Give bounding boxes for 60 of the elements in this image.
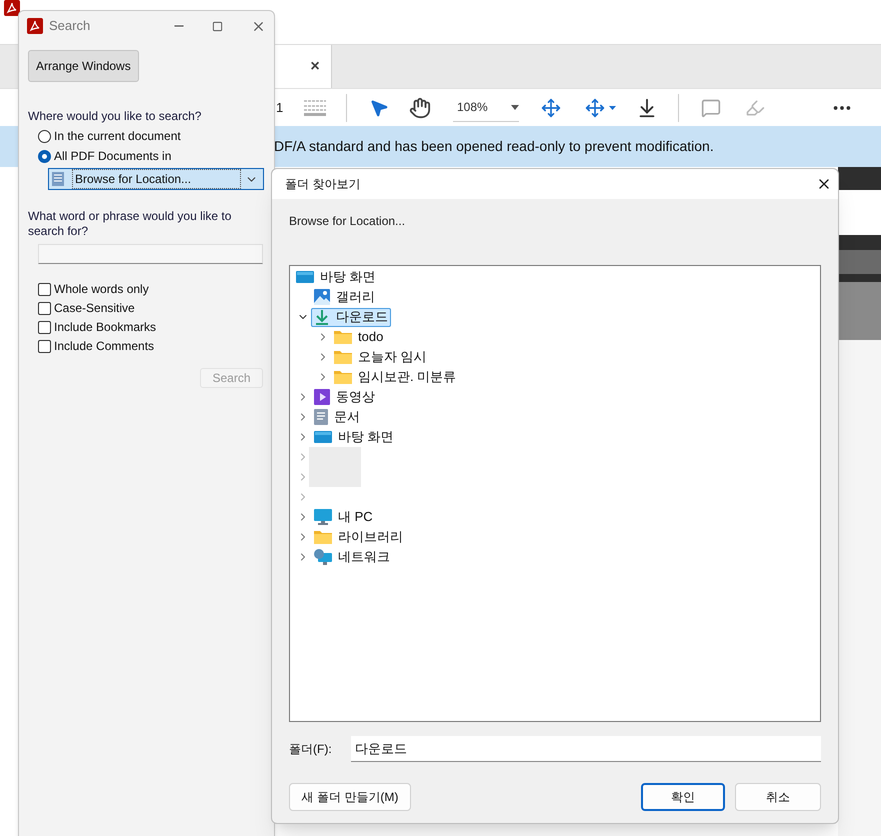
search-field[interactable] [38, 244, 263, 264]
search-scope-label: Where would you like to search? [28, 108, 202, 125]
cancel-button[interactable]: 취소 [735, 783, 821, 811]
fit-width-icon [585, 98, 605, 118]
arrange-windows-button[interactable]: Arrange Windows [28, 50, 139, 82]
dialog-description: Browse for Location... [289, 213, 406, 230]
folder-icon [314, 530, 332, 544]
caret-icon [511, 104, 519, 110]
scope-radio[interactable]: In the current document [38, 128, 265, 144]
caret-icon [609, 106, 616, 110]
tree-item[interactable]: 동영상 [311, 388, 378, 406]
close-tab-button[interactable]: × [307, 54, 323, 78]
document-tab[interactable]: × [275, 45, 332, 88]
banner-text: DF/A standard and has been opened read-only to prevent modification. [274, 137, 714, 156]
tree-item[interactable]: 라이브러리 [311, 528, 406, 546]
scope-radio[interactable]: All PDF Documents in [38, 148, 265, 164]
tree-item[interactable]: 임시보관. 미분류 [331, 368, 460, 386]
option-checkbox[interactable]: Case-Sensitive [38, 300, 265, 316]
monitor-icon [296, 270, 314, 284]
fit-page-icon[interactable] [541, 98, 561, 118]
option-checkbox[interactable]: Whole words only [38, 281, 265, 297]
monitor-icon [314, 430, 332, 444]
pdf-icon [27, 18, 43, 34]
option-checkbox[interactable]: Include Bookmarks [38, 319, 265, 335]
download-icon [314, 309, 330, 325]
tree-item[interactable]: 내 PC [311, 508, 376, 526]
network-icon [314, 549, 332, 565]
fit-width-dropdown[interactable] [585, 98, 616, 118]
hand-icon[interactable] [409, 96, 431, 118]
film-icon [314, 389, 330, 405]
tree-item[interactable]: 네트워크 [311, 548, 393, 566]
folder-icon [334, 370, 352, 384]
location-dropdown[interactable]: Browse for Location... [48, 168, 264, 190]
lines-icon[interactable] [304, 98, 326, 116]
tree-item[interactable]: 바탕 화면 [293, 268, 379, 286]
folder-icon [334, 350, 352, 364]
ok-button[interactable]: 확인 [641, 783, 725, 811]
tree-item[interactable]: 갤러리 [311, 288, 378, 306]
tree-item[interactable]: todo [331, 328, 386, 346]
tree-item[interactable]: 바탕 화면 [311, 428, 397, 446]
folder-label: 폴더(F): [289, 741, 333, 758]
search-phrase-label: What word or phrase would you like to search for? [28, 209, 232, 239]
tree-item[interactable]: 문서 [311, 408, 363, 426]
page-number: 1 [276, 98, 284, 117]
document-icon [314, 409, 328, 425]
image-icon [314, 289, 330, 305]
document-icon [52, 172, 64, 186]
tree-item[interactable]: 다운로드 [311, 308, 391, 326]
window-title: Search [49, 17, 90, 36]
folder-icon [334, 330, 352, 344]
comment-icon[interactable] [701, 98, 721, 118]
new-folder-button[interactable]: 새 폴더 만들기(M) [289, 783, 411, 811]
maximize-icon[interactable] [212, 20, 224, 32]
tree-item[interactable]: 오늘자 임시 [331, 348, 430, 366]
dialog-title: 폴더 찾아보기 [285, 176, 362, 193]
monitor-icon [314, 509, 332, 525]
option-checkbox[interactable]: Include Comments [38, 338, 265, 354]
pointer-icon[interactable] [369, 98, 389, 118]
zoom-dropdown[interactable]: 108% [453, 94, 519, 122]
folder-field[interactable]: 다운로드 [351, 736, 821, 762]
